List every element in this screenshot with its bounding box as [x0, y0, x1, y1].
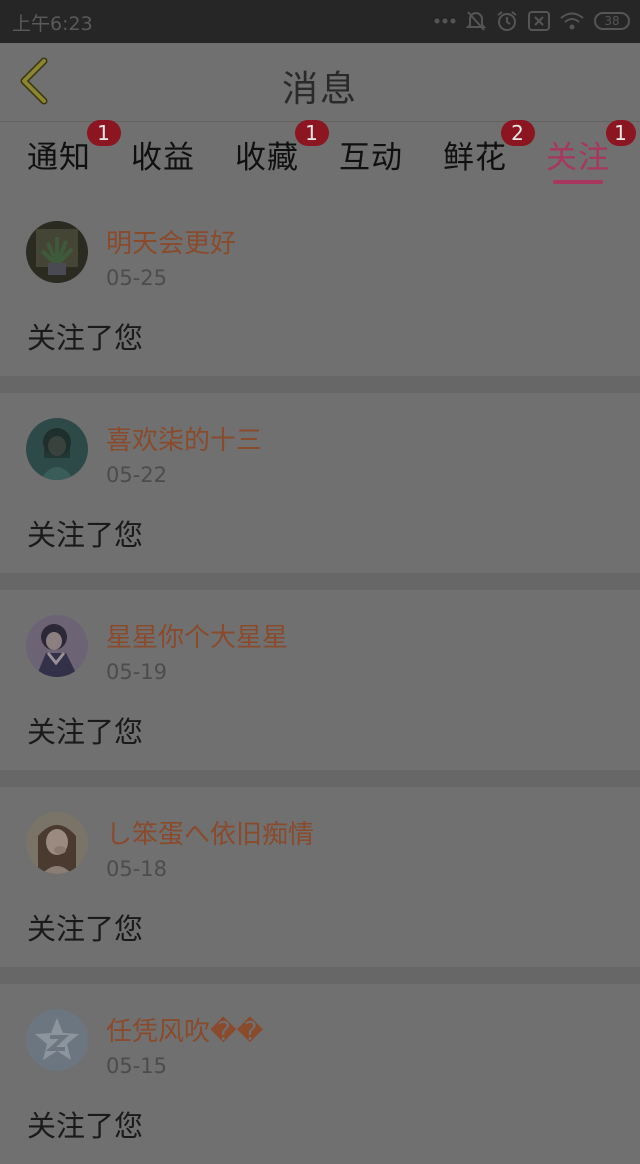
battery-level: 38: [604, 14, 620, 28]
message-text: 关注了您: [27, 321, 144, 355]
girl-photo-avatar-icon: [26, 812, 88, 874]
anime-sailor-avatar-icon: [26, 615, 88, 677]
avatar[interactable]: [26, 221, 88, 283]
header: 消息: [0, 43, 640, 122]
date: 05-18: [106, 857, 168, 881]
avatar[interactable]: [26, 615, 88, 677]
page-title: 消息: [281, 69, 358, 110]
default-qzone-avatar-icon: [26, 1009, 88, 1071]
date: 05-19: [106, 660, 168, 684]
list-item[interactable]: 任凭风吹�� 05-15 关注了您: [0, 984, 640, 1164]
avatar[interactable]: [26, 1009, 88, 1071]
anime-girl-avatar-icon: [26, 418, 88, 480]
list-item[interactable]: 星星你个大星星 05-19 关注了您: [0, 590, 640, 770]
list-item[interactable]: 喜欢柒的十三 05-22 关注了您: [0, 393, 640, 573]
mute-bell-icon: [466, 11, 486, 31]
tab-notifications[interactable]: 通知 1: [27, 120, 121, 177]
sim-off-icon: [528, 11, 550, 31]
tab-interactions[interactable]: 互动: [339, 132, 403, 177]
status-time: 上午6:23: [12, 13, 93, 35]
username[interactable]: し笨蛋へ依旧痴情: [106, 814, 314, 851]
date: 05-15: [106, 1054, 168, 1078]
username[interactable]: 星星你个大星星: [106, 617, 288, 654]
list-item[interactable]: し笨蛋へ依旧痴情 05-18 关注了您: [0, 787, 640, 967]
username[interactable]: 明天会更好: [106, 223, 236, 260]
message-text: 关注了您: [27, 1109, 144, 1143]
date: 05-22: [106, 463, 168, 487]
message-text: 关注了您: [27, 912, 144, 946]
unread-badge: 1: [295, 120, 329, 146]
more-dots-icon: [434, 18, 456, 24]
username[interactable]: 喜欢柒的十三: [106, 420, 262, 457]
battery-icon: 38: [594, 12, 630, 30]
tab-flowers[interactable]: 鲜花 2: [443, 120, 535, 177]
tab-label: 鲜花: [443, 140, 507, 176]
tab-label: 收藏: [235, 140, 299, 176]
plant-photo-avatar-icon: [26, 221, 88, 283]
tab-label: 通知: [27, 140, 91, 176]
tab-label: 互动: [339, 140, 403, 176]
tab-follow[interactable]: 关注 1: [546, 120, 636, 184]
wifi-icon: [560, 12, 584, 30]
active-tab-indicator: [553, 180, 603, 184]
date: 05-25: [106, 266, 168, 290]
list-item[interactable]: 明天会更好 05-25 关注了您: [0, 196, 640, 376]
unread-badge: 1: [606, 120, 636, 146]
tab-label: 收益: [131, 140, 195, 176]
avatar[interactable]: [26, 812, 88, 874]
alarm-icon: [497, 11, 517, 31]
divider: [0, 967, 640, 984]
divider: [0, 376, 640, 393]
unread-badge: 2: [501, 120, 535, 146]
follow-list: 明天会更好 05-25 关注了您 喜欢柒的十三 05-22 关注了您 星星你个大…: [0, 196, 640, 1164]
message-text: 关注了您: [27, 715, 144, 749]
tab-label: 关注: [546, 140, 610, 176]
status-bar: 上午6:23 38: [0, 0, 640, 43]
divider: [0, 770, 640, 787]
tab-earnings[interactable]: 收益: [131, 132, 195, 177]
status-icons: 38: [434, 8, 630, 34]
tab-bar: 通知 1 收益 收藏 1 互动 鲜花 2 关注 1: [0, 120, 640, 196]
tab-favorites[interactable]: 收藏 1: [235, 120, 329, 177]
avatar[interactable]: [26, 418, 88, 480]
username[interactable]: 任凭风吹��: [106, 1011, 263, 1048]
message-text: 关注了您: [27, 518, 144, 552]
divider: [0, 573, 640, 590]
unread-badge: 1: [87, 120, 121, 146]
